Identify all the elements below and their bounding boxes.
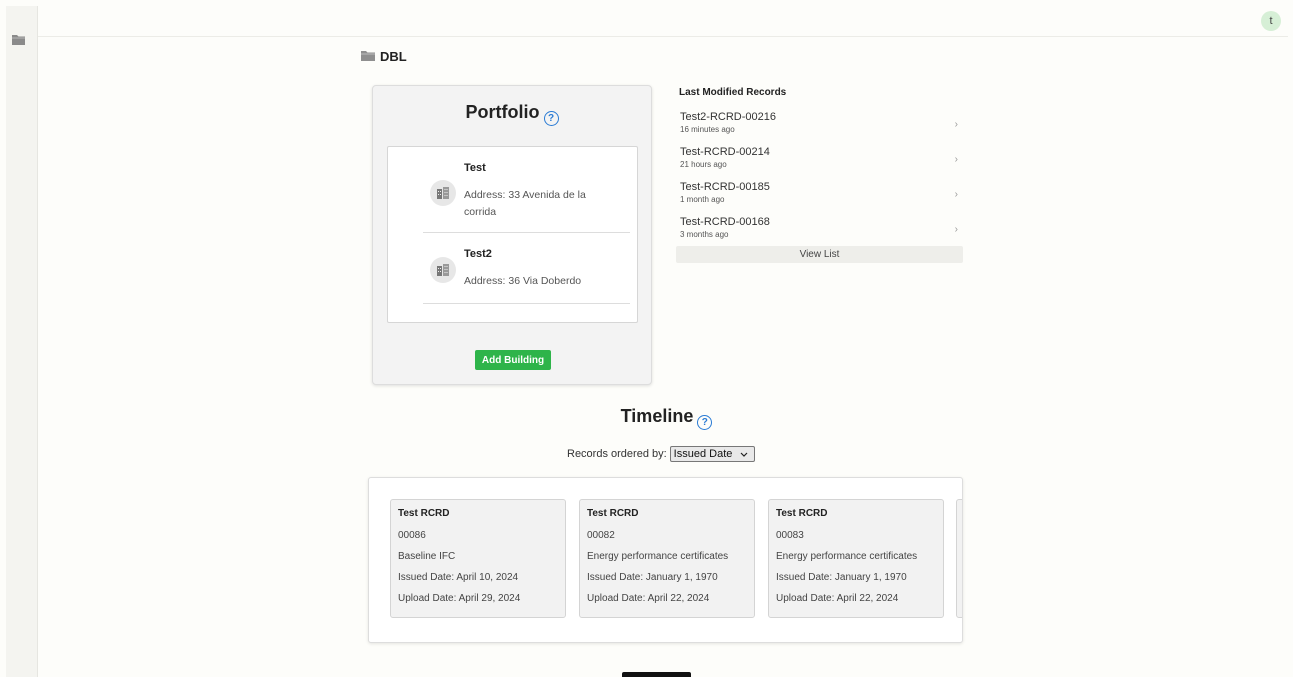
- chevron-down-icon: [740, 448, 748, 460]
- help-icon[interactable]: ?: [697, 415, 713, 430]
- folder-icon[interactable]: [12, 32, 25, 50]
- building-name: Test2: [464, 248, 492, 260]
- help-icon[interactable]: ?: [543, 111, 559, 126]
- building-list: Test Address: 33 Avenida de la corrida T…: [387, 146, 638, 323]
- card-upload-date: Upload Date: April 22, 2024: [776, 593, 899, 604]
- portfolio-title: Portfolio?: [373, 102, 651, 126]
- building-name: Test: [464, 162, 486, 174]
- card-type: Energy performance certificates: [587, 551, 729, 562]
- record-id: Test2-RCRD-00216: [680, 111, 776, 123]
- last-modified-records: Last Modified Records Test2-RCRD-00216 1…: [676, 87, 963, 263]
- divider: [423, 303, 630, 304]
- top-bar: t: [38, 6, 1288, 37]
- card-number: 00083: [776, 530, 804, 541]
- building-address: Address: 33 Avenida de la corrida: [464, 189, 586, 218]
- chevron-right-icon: ›: [954, 119, 958, 130]
- avatar[interactable]: t: [1261, 11, 1281, 31]
- order-select[interactable]: Issued Date: [669, 446, 756, 462]
- building-icon: [430, 180, 456, 206]
- card-issued-date: Issued Date: January 1, 1970: [776, 572, 907, 583]
- card-issued-date: Issued Date: January 1, 1970: [587, 572, 718, 583]
- chevron-right-icon: ›: [954, 154, 958, 165]
- record-time: 3 months ago: [680, 230, 729, 239]
- card-number: 00086: [398, 530, 426, 541]
- card-type: Baseline IFC: [398, 551, 456, 562]
- card-number: 00082: [587, 530, 615, 541]
- order-select-value: Issued Date: [673, 448, 733, 460]
- record-card[interactable]: Test RCRD 00083 Energy performance certi…: [768, 499, 944, 618]
- sidebar: [6, 6, 38, 677]
- card-upload-date: Upload Date: April 22, 2024: [587, 593, 710, 604]
- order-label: Records ordered by:: [567, 448, 667, 460]
- card-upload-date: Upload Date: April 29, 2024: [398, 593, 521, 604]
- order-control: Records ordered by: Issued Date: [567, 446, 756, 462]
- card-type: Energy performance certificates: [776, 551, 918, 562]
- card-title: Test RCRD: [587, 508, 639, 519]
- list-item[interactable]: Test-RCRD-00214 21 hours ago ›: [676, 146, 963, 181]
- timeline-container[interactable]: Test RCRD 00086 Baseline IFC Issued Date…: [368, 477, 963, 643]
- record-card[interactable]: Test RCRD 00086 Baseline IFC Issued Date…: [390, 499, 566, 618]
- portfolio-panel: Portfolio? Test Address: 33 Avenida de l…: [372, 85, 652, 385]
- view-list-button[interactable]: View List: [676, 246, 963, 263]
- list-item[interactable]: Test2-RCRD-00216 16 minutes ago ›: [676, 111, 963, 146]
- list-item[interactable]: Test-RCRD-00185 1 month ago ›: [676, 181, 963, 216]
- record-id: Test-RCRD-00214: [680, 146, 770, 158]
- card-issued-date: Issued Date: April 10, 2024: [398, 572, 519, 583]
- record-id: Test-RCRD-00185: [680, 181, 770, 193]
- record-time: 16 minutes ago: [680, 125, 735, 134]
- timeline-title-text: Timeline: [620, 406, 694, 426]
- record-id: Test-RCRD-00168: [680, 216, 770, 228]
- chevron-right-icon: ›: [954, 189, 958, 200]
- breadcrumb[interactable]: DBL: [361, 49, 407, 64]
- record-time: 21 hours ago: [680, 160, 727, 169]
- card-title: Test RCRD: [398, 508, 450, 519]
- folder-icon: [361, 49, 375, 64]
- building-address: Address: 36 Via Doberdo: [464, 275, 582, 287]
- card-title: Test RCRD: [776, 508, 828, 519]
- chevron-right-icon: ›: [954, 224, 958, 235]
- record-card[interactable]: Test RCRD 00082 Energy performance certi…: [579, 499, 755, 618]
- bottom-button[interactable]: [622, 672, 691, 677]
- section-title: Last Modified Records: [679, 87, 787, 98]
- divider: [423, 232, 630, 233]
- list-item[interactable]: Test-RCRD-00168 3 months ago ›: [676, 216, 963, 246]
- add-building-button[interactable]: Add Building: [475, 350, 551, 370]
- record-card-partial[interactable]: [956, 499, 962, 618]
- record-time: 1 month ago: [680, 195, 725, 204]
- building-icon: [430, 257, 456, 283]
- breadcrumb-label: DBL: [380, 49, 407, 64]
- portfolio-title-text: Portfolio: [465, 102, 540, 122]
- timeline-title: Timeline?: [0, 406, 1293, 430]
